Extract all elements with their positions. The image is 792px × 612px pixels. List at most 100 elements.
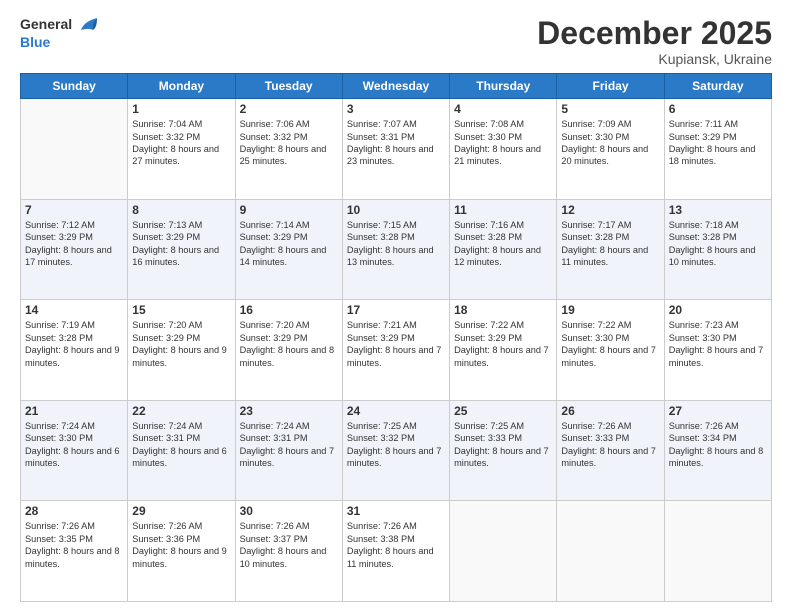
cell-info: Sunrise: 7:08 AMSunset: 3:30 PMDaylight:… (454, 118, 552, 168)
cell-info: Sunrise: 7:12 AMSunset: 3:29 PMDaylight:… (25, 219, 123, 269)
day-number: 19 (561, 303, 659, 317)
day-number: 3 (347, 102, 445, 116)
day-number: 17 (347, 303, 445, 317)
cell-info: Sunrise: 7:07 AMSunset: 3:31 PMDaylight:… (347, 118, 445, 168)
cell-info: Sunrise: 7:11 AMSunset: 3:29 PMDaylight:… (669, 118, 767, 168)
calendar-cell: 30 Sunrise: 7:26 AMSunset: 3:37 PMDayligh… (235, 501, 342, 602)
day-number: 20 (669, 303, 767, 317)
day-number: 24 (347, 404, 445, 418)
day-number: 22 (132, 404, 230, 418)
cell-info: Sunrise: 7:24 AMSunset: 3:30 PMDaylight:… (25, 420, 123, 470)
calendar-cell: 14 Sunrise: 7:19 AMSunset: 3:28 PMDayligh… (21, 300, 128, 401)
cell-info: Sunrise: 7:16 AMSunset: 3:28 PMDaylight:… (454, 219, 552, 269)
calendar-cell: 13 Sunrise: 7:18 AMSunset: 3:28 PMDayligh… (664, 199, 771, 300)
day-number: 4 (454, 102, 552, 116)
calendar-cell: 21 Sunrise: 7:24 AMSunset: 3:30 PMDayligh… (21, 400, 128, 501)
calendar-cell: 6 Sunrise: 7:11 AMSunset: 3:29 PMDaylight… (664, 99, 771, 200)
calendar-cell: 11Sunrise: 7:16 AMSunset: 3:28 PMDayligh… (450, 199, 557, 300)
logo-text: General Blue (20, 16, 99, 51)
title-area: December 2025 Kupiansk, Ukraine (537, 16, 772, 67)
calendar-cell (21, 99, 128, 200)
cell-info: Sunrise: 7:20 AMSunset: 3:29 PMDaylight:… (132, 319, 230, 369)
cell-info: Sunrise: 7:09 AMSunset: 3:30 PMDaylight:… (561, 118, 659, 168)
day-number: 28 (25, 504, 123, 518)
col-saturday: Saturday (664, 74, 771, 99)
cell-info: Sunrise: 7:24 AMSunset: 3:31 PMDaylight:… (132, 420, 230, 470)
calendar-week-row: 7 Sunrise: 7:12 AMSunset: 3:29 PMDaylight… (21, 199, 772, 300)
calendar-week-row: 28 Sunrise: 7:26 AMSunset: 3:35 PMDayligh… (21, 501, 772, 602)
calendar-cell (664, 501, 771, 602)
day-number: 7 (25, 203, 123, 217)
calendar-cell: 24 Sunrise: 7:25 AMSunset: 3:32 PMDayligh… (342, 400, 449, 501)
day-number: 10 (347, 203, 445, 217)
cell-info: Sunrise: 7:26 AMSunset: 3:37 PMDaylight:… (240, 520, 338, 570)
cell-info: Sunrise: 7:26 AMSunset: 3:36 PMDaylight:… (132, 520, 230, 570)
cell-info: Sunrise: 7:19 AMSunset: 3:28 PMDaylight:… (25, 319, 123, 369)
calendar-cell: 1 Sunrise: 7:04 AMSunset: 3:32 PMDaylight… (128, 99, 235, 200)
cell-info: Sunrise: 7:04 AMSunset: 3:32 PMDaylight:… (132, 118, 230, 168)
day-number: 13 (669, 203, 767, 217)
calendar-cell: 29Sunrise: 7:26 AMSunset: 3:36 PMDayligh… (128, 501, 235, 602)
calendar-header-row: Sunday Monday Tuesday Wednesday Thursday… (21, 74, 772, 99)
day-number: 9 (240, 203, 338, 217)
calendar-cell (450, 501, 557, 602)
day-number: 26 (561, 404, 659, 418)
page: General Blue December 2025 Kupiansk, Ukr… (0, 0, 792, 612)
cell-info: Sunrise: 7:14 AMSunset: 3:29 PMDaylight:… (240, 219, 338, 269)
day-number: 31 (347, 504, 445, 518)
cell-info: Sunrise: 7:18 AMSunset: 3:28 PMDaylight:… (669, 219, 767, 269)
day-number: 21 (25, 404, 123, 418)
calendar-cell: 18Sunrise: 7:22 AMSunset: 3:29 PMDayligh… (450, 300, 557, 401)
cell-info: Sunrise: 7:15 AMSunset: 3:28 PMDaylight:… (347, 219, 445, 269)
day-number: 18 (454, 303, 552, 317)
cell-info: Sunrise: 7:25 AMSunset: 3:32 PMDaylight:… (347, 420, 445, 470)
day-number: 15 (132, 303, 230, 317)
location: Kupiansk, Ukraine (537, 51, 772, 67)
cell-info: Sunrise: 7:26 AMSunset: 3:35 PMDaylight:… (25, 520, 123, 570)
calendar-cell: 28 Sunrise: 7:26 AMSunset: 3:35 PMDayligh… (21, 501, 128, 602)
calendar-table: Sunday Monday Tuesday Wednesday Thursday… (20, 73, 772, 602)
calendar-cell: 4 Sunrise: 7:08 AMSunset: 3:30 PMDaylight… (450, 99, 557, 200)
calendar-cell: 23Sunrise: 7:24 AMSunset: 3:31 PMDayligh… (235, 400, 342, 501)
calendar-cell: 2 Sunrise: 7:06 AMSunset: 3:32 PMDaylight… (235, 99, 342, 200)
day-number: 30 (240, 504, 338, 518)
day-number: 5 (561, 102, 659, 116)
calendar-cell: 3 Sunrise: 7:07 AMSunset: 3:31 PMDaylight… (342, 99, 449, 200)
cell-info: Sunrise: 7:06 AMSunset: 3:32 PMDaylight:… (240, 118, 338, 168)
cell-info: Sunrise: 7:26 AMSunset: 3:38 PMDaylight:… (347, 520, 445, 570)
day-number: 8 (132, 203, 230, 217)
cell-info: Sunrise: 7:25 AMSunset: 3:33 PMDaylight:… (454, 420, 552, 470)
calendar-cell: 26 Sunrise: 7:26 AMSunset: 3:33 PMDayligh… (557, 400, 664, 501)
logo-blue: Blue (20, 34, 99, 51)
day-number: 23 (240, 404, 338, 418)
calendar-week-row: 14 Sunrise: 7:19 AMSunset: 3:28 PMDayligh… (21, 300, 772, 401)
cell-info: Sunrise: 7:26 AMSunset: 3:33 PMDaylight:… (561, 420, 659, 470)
cell-info: Sunrise: 7:22 AMSunset: 3:30 PMDaylight:… (561, 319, 659, 369)
calendar-cell: 12 Sunrise: 7:17 AMSunset: 3:28 PMDayligh… (557, 199, 664, 300)
col-monday: Monday (128, 74, 235, 99)
calendar-cell: 31 Sunrise: 7:26 AMSunset: 3:38 PMDayligh… (342, 501, 449, 602)
col-friday: Friday (557, 74, 664, 99)
day-number: 14 (25, 303, 123, 317)
day-number: 6 (669, 102, 767, 116)
calendar-cell: 19 Sunrise: 7:22 AMSunset: 3:30 PMDayligh… (557, 300, 664, 401)
day-number: 12 (561, 203, 659, 217)
calendar-cell: 17 Sunrise: 7:21 AMSunset: 3:29 PMDayligh… (342, 300, 449, 401)
cell-info: Sunrise: 7:17 AMSunset: 3:28 PMDaylight:… (561, 219, 659, 269)
calendar-cell: 8 Sunrise: 7:13 AMSunset: 3:29 PMDaylight… (128, 199, 235, 300)
calendar-cell: 25Sunrise: 7:25 AMSunset: 3:33 PMDayligh… (450, 400, 557, 501)
day-number: 2 (240, 102, 338, 116)
cell-info: Sunrise: 7:21 AMSunset: 3:29 PMDaylight:… (347, 319, 445, 369)
calendar-cell: 27Sunrise: 7:26 AMSunset: 3:34 PMDayligh… (664, 400, 771, 501)
month-title: December 2025 (537, 16, 772, 51)
day-number: 1 (132, 102, 230, 116)
col-tuesday: Tuesday (235, 74, 342, 99)
cell-info: Sunrise: 7:20 AMSunset: 3:29 PMDaylight:… (240, 319, 338, 369)
cell-info: Sunrise: 7:23 AMSunset: 3:30 PMDaylight:… (669, 319, 767, 369)
col-thursday: Thursday (450, 74, 557, 99)
logo-general: General (20, 16, 72, 32)
calendar-cell: 15 Sunrise: 7:20 AMSunset: 3:29 PMDayligh… (128, 300, 235, 401)
logo: General Blue (20, 16, 99, 51)
calendar-cell: 5 Sunrise: 7:09 AMSunset: 3:30 PMDaylight… (557, 99, 664, 200)
cell-info: Sunrise: 7:13 AMSunset: 3:29 PMDaylight:… (132, 219, 230, 269)
